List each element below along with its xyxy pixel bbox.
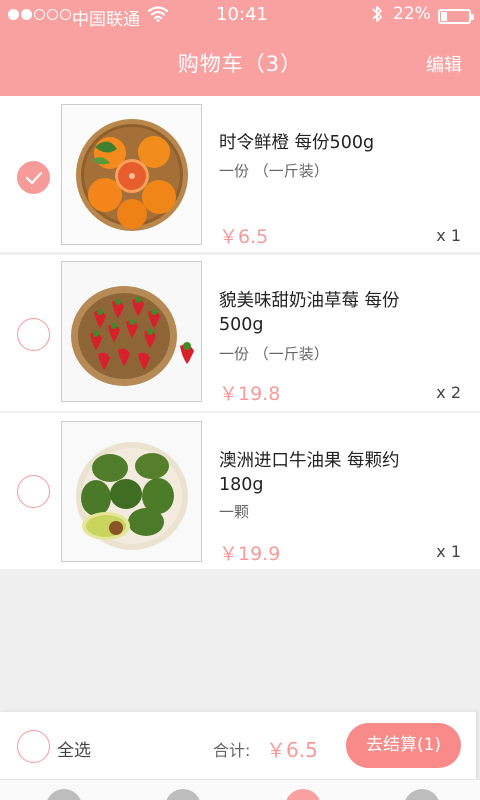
product-spec: 一份 （一斤装）	[219, 162, 329, 180]
product-name[interactable]: 貌美味甜奶油草莓 每份500g	[219, 289, 429, 337]
edit-button[interactable]: 编辑	[426, 51, 462, 77]
product-image[interactable]	[61, 421, 202, 562]
product-price: ￥6.5	[219, 226, 269, 248]
product-price: ￥19.9	[219, 543, 281, 565]
signal-strength-icon	[8, 9, 71, 20]
product-quantity: x 2	[436, 383, 461, 402]
strawberries-basket-image	[62, 262, 201, 401]
wifi-icon	[147, 6, 169, 27]
category-icon[interactable]	[165, 789, 201, 800]
product-price: ￥19.8	[219, 383, 281, 405]
page-title: 购物车（3）	[177, 52, 303, 76]
checkmark-icon	[25, 171, 42, 184]
avocados-basket-image	[62, 422, 201, 561]
item-checkbox[interactable]	[17, 475, 50, 508]
item-checkbox[interactable]	[17, 161, 50, 194]
select-all-label[interactable]: 全选	[57, 736, 91, 761]
product-spec: 一颗	[219, 503, 250, 521]
select-all-checkbox[interactable]	[17, 730, 50, 763]
item-checkbox[interactable]	[17, 318, 50, 351]
product-spec: 一份 （一斤装）	[219, 345, 329, 363]
total-price: ￥6.5	[266, 738, 318, 762]
product-quantity: x 1	[436, 226, 461, 245]
app-header: 中国联通 10:41 22% 购物车（3） 编辑	[0, 0, 480, 96]
checkout-button[interactable]: 去结算(1)	[346, 723, 461, 768]
total-label: 合计:	[213, 741, 251, 760]
oranges-basket-image	[62, 105, 201, 244]
product-name[interactable]: 时令鲜橙 每份500g	[219, 131, 429, 155]
product-name[interactable]: 澳洲进口牛油果 每颗约180g	[219, 449, 429, 497]
cart-item[interactable]: 澳洲进口牛油果 每颗约180g 一颗 ￥19.9 x 1	[0, 413, 480, 569]
clock: 10:41	[216, 4, 268, 25]
battery-icon	[438, 9, 474, 24]
cart-icon[interactable]	[285, 789, 321, 800]
cart-item[interactable]: 貌美味甜奶油草莓 每份500g 一份 （一斤装） ￥19.8 x 2	[0, 255, 480, 411]
battery-percent: 22%	[393, 4, 431, 24]
product-image[interactable]	[61, 261, 202, 402]
checkout-bar: 全选 合计: ￥6.5 去结算(1)	[0, 711, 476, 779]
home-icon[interactable]	[46, 789, 82, 800]
bluetooth-icon	[370, 4, 384, 29]
cart-item[interactable]: 时令鲜橙 每份500g 一份 （一斤装） ￥6.5 x 1	[0, 96, 480, 252]
status-bar: 中国联通 10:41 22%	[0, 0, 480, 32]
product-image[interactable]	[61, 104, 202, 245]
carrier-name: 中国联通	[72, 10, 140, 30]
product-quantity: x 1	[436, 542, 461, 561]
profile-icon[interactable]	[404, 789, 440, 800]
tab-bar	[0, 779, 480, 800]
